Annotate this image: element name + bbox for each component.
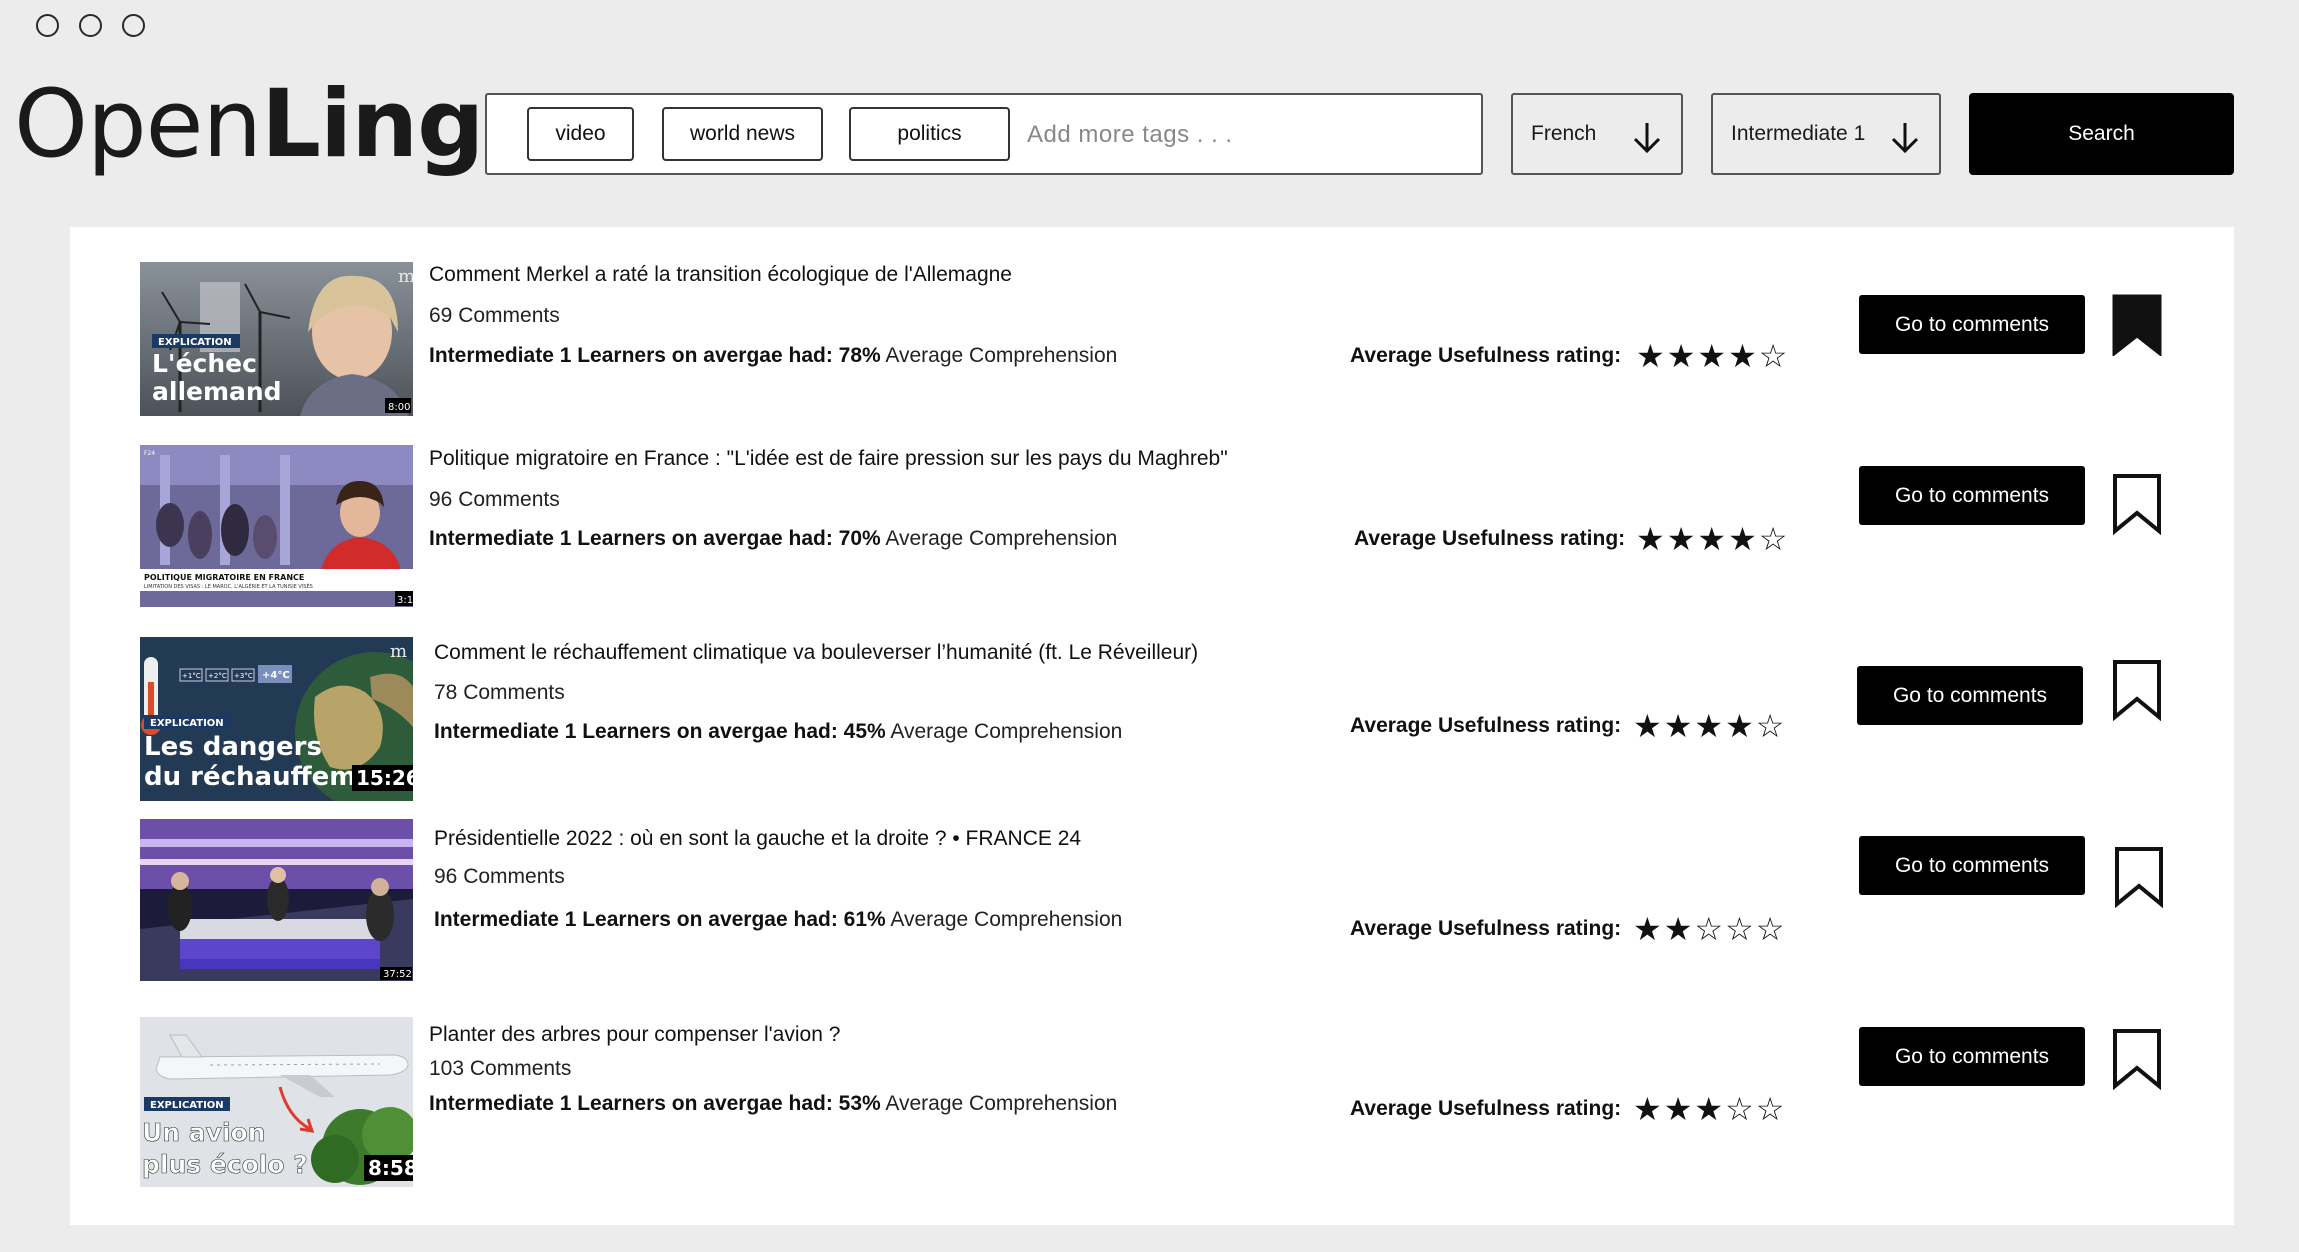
- thumb-caption-line1: L'échec: [152, 349, 257, 378]
- video-duration: 3:1: [397, 595, 413, 606]
- thumb-temp-highlight: +4°C: [262, 670, 290, 681]
- star-rating: ★★★★☆: [1636, 520, 1790, 558]
- arrow-down-icon: [1891, 123, 1919, 154]
- language-dropdown[interactable]: French: [1511, 93, 1683, 175]
- thumb-temp: +2°C: [208, 672, 227, 680]
- video-thumbnail[interactable]: m EXPLICATION L'échec allemand 8:00: [140, 262, 413, 416]
- tag-chip[interactable]: video: [527, 107, 634, 161]
- window-minimize-button[interactable]: [79, 14, 102, 37]
- comprehension-suffix: Average Comprehension: [890, 908, 1123, 931]
- thumb-corner-logo: m: [390, 641, 407, 662]
- window-close-button[interactable]: [36, 14, 59, 37]
- thumb-caption-line1: Un avion: [142, 1118, 266, 1147]
- comprehension-suffix: Average Comprehension: [885, 344, 1118, 367]
- bookmark-filled-icon[interactable]: [2112, 294, 2162, 356]
- comprehension-stat: Intermediate 1 Learners on avergae had: …: [434, 908, 1122, 932]
- window-controls: [36, 14, 145, 37]
- comprehension-suffix: Average Comprehension: [885, 1092, 1118, 1115]
- video-title[interactable]: Politique migratoire en France : "L'idée…: [429, 447, 1228, 471]
- comment-count: 69 Comments: [429, 304, 560, 327]
- go-to-comments-button[interactable]: Go to comments: [1859, 1027, 2085, 1086]
- usefulness-rating-label: Average Usefulness rating:: [1350, 344, 1622, 367]
- window-maximize-button[interactable]: [122, 14, 145, 37]
- language-value: French: [1531, 122, 1597, 145]
- video-title[interactable]: Comment Merkel a raté la transition écol…: [429, 263, 1012, 287]
- star-rating: ★★★★☆: [1633, 707, 1787, 745]
- usefulness-rating-label: Average Usefulness rating:: [1354, 527, 1626, 550]
- thumb-caption-line1: Les dangers: [144, 732, 322, 762]
- comprehension-stat: Intermediate 1 Learners on avergae had: …: [429, 527, 1117, 551]
- search-button[interactable]: Search: [1969, 93, 2234, 175]
- thumb-caption-line2: du réchauffem: [144, 762, 356, 792]
- thumb-temp: +3°C: [234, 672, 253, 680]
- star-rating: ★★★★☆: [1636, 337, 1790, 375]
- app-logo[interactable]: OpenLingo: [14, 78, 548, 172]
- comprehension-learners: Intermediate 1 Learners on avergae had: …: [429, 527, 881, 550]
- usefulness-rating-label: Average Usefulness rating:: [1350, 917, 1622, 940]
- video-duration: 8:58: [368, 1156, 413, 1180]
- bookmark-outline-icon[interactable]: [2114, 846, 2164, 908]
- comprehension-learners: Intermediate 1 Learners on avergae had: …: [434, 720, 886, 743]
- thumb-badge: EXPLICATION: [158, 337, 232, 348]
- comment-count: 96 Comments: [429, 488, 560, 511]
- tag-chip[interactable]: politics: [849, 107, 1010, 161]
- thumb-corner-logo: m: [398, 266, 413, 287]
- star-rating: ★★★☆☆: [1633, 1090, 1787, 1128]
- go-to-comments-button[interactable]: Go to comments: [1859, 295, 2085, 354]
- thumb-caption-line2: plus écolo ?: [142, 1150, 308, 1179]
- go-to-comments-button[interactable]: Go to comments: [1859, 466, 2085, 525]
- tag-search-box[interactable]: video world news politics Add more tags …: [485, 93, 1483, 175]
- level-value: Intermediate 1: [1731, 122, 1866, 145]
- usefulness-rating-label: Average Usefulness rating:: [1350, 714, 1622, 737]
- bookmark-outline-icon[interactable]: [2112, 1028, 2162, 1090]
- comprehension-stat: Intermediate 1 Learners on avergae had: …: [429, 1092, 1117, 1116]
- comprehension-learners: Intermediate 1 Learners on avergae had: …: [434, 908, 886, 931]
- bookmark-outline-icon[interactable]: [2112, 659, 2162, 721]
- comment-count: 103 Comments: [429, 1057, 572, 1080]
- thumb-banner-sub: LIMITATION DES VISAS : LE MAROC, L'ALGÉR…: [144, 582, 313, 590]
- thumb-corner-logo: F24: [144, 450, 155, 457]
- comment-count: 78 Comments: [434, 681, 565, 704]
- level-dropdown[interactable]: Intermediate 1: [1711, 93, 1941, 175]
- usefulness-rating-label: Average Usefulness rating:: [1350, 1097, 1622, 1120]
- comment-count: 96 Comments: [434, 865, 565, 888]
- star-rating: ★★☆☆☆: [1633, 910, 1787, 948]
- video-thumbnail[interactable]: POLITIQUE MIGRATOIRE EN FRANCE LIMITATIO…: [140, 445, 413, 607]
- go-to-comments-button[interactable]: Go to comments: [1857, 666, 2083, 725]
- logo-part-open: Open: [14, 70, 262, 179]
- video-thumbnail[interactable]: +1°C +2°C +3°C +4°C m EXPLICATION Les da…: [140, 637, 413, 801]
- bookmark-outline-icon[interactable]: [2112, 473, 2162, 535]
- video-thumbnail[interactable]: EXPLICATION Un avion plus écolo ? 8:58: [140, 1017, 413, 1187]
- comprehension-stat: Intermediate 1 Learners on avergae had: …: [434, 720, 1122, 744]
- video-duration: 15:26: [356, 766, 413, 790]
- thumb-caption-line2: allemand: [152, 377, 282, 406]
- thumb-badge: EXPLICATION: [150, 1100, 224, 1111]
- arrow-down-icon: [1633, 123, 1661, 154]
- results-panel: m EXPLICATION L'échec allemand 8:00 Comm…: [70, 227, 2234, 1225]
- tag-chip[interactable]: world news: [662, 107, 823, 161]
- video-thumbnail[interactable]: 37:52: [140, 819, 413, 981]
- add-tags-input[interactable]: Add more tags . . .: [1027, 121, 1233, 149]
- video-duration: 8:00: [388, 402, 410, 413]
- video-duration: 37:52: [383, 969, 412, 980]
- thumb-banner: POLITIQUE MIGRATOIRE EN FRANCE: [144, 573, 304, 582]
- comprehension-suffix: Average Comprehension: [885, 527, 1118, 550]
- video-title[interactable]: Comment le réchauffement climatique va b…: [434, 641, 1198, 665]
- thumb-badge: EXPLICATION: [150, 718, 224, 729]
- comprehension-learners: Intermediate 1 Learners on avergae had: …: [429, 344, 881, 367]
- comprehension-learners: Intermediate 1 Learners on avergae had: …: [429, 1092, 881, 1115]
- video-title[interactable]: Présidentielle 2022 : où en sont la gauc…: [434, 827, 1081, 851]
- comprehension-suffix: Average Comprehension: [890, 720, 1123, 743]
- go-to-comments-button[interactable]: Go to comments: [1859, 836, 2085, 895]
- thumb-temp: +1°C: [182, 672, 201, 680]
- video-title[interactable]: Planter des arbres pour compenser l'avio…: [429, 1023, 840, 1047]
- comprehension-stat: Intermediate 1 Learners on avergae had: …: [429, 344, 1117, 368]
